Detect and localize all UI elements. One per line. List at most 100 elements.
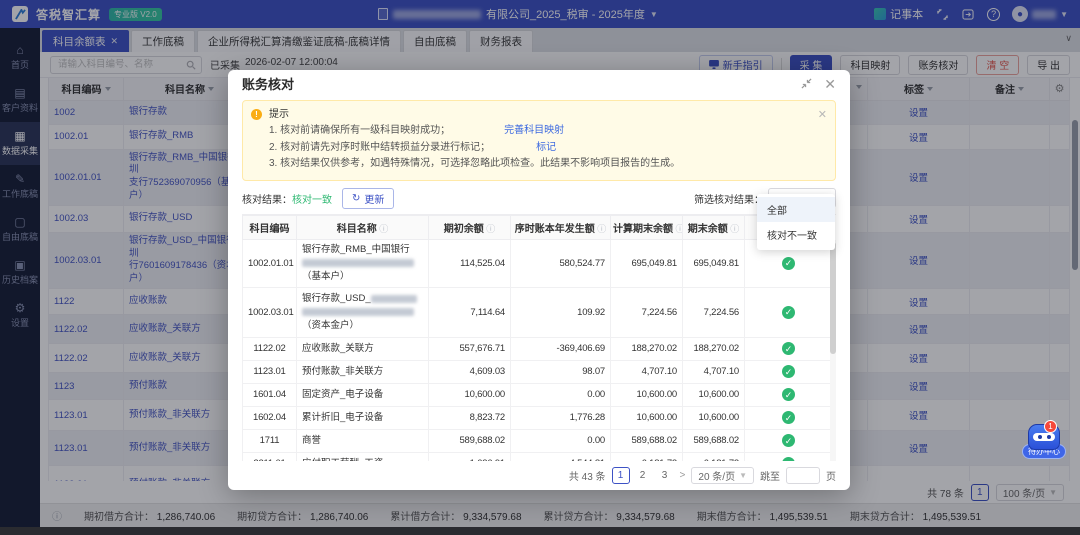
page-2-button[interactable]: 2 — [634, 467, 652, 484]
subject-name-cell: 应付职工薪酬_工资 — [296, 451, 429, 461]
subject-name-cell: 银行存款_RMB_中国银行（基本户） — [296, 238, 429, 288]
reconcile-row: 2211.01应付职工薪酬_工资-1,636.91-4,544.81-6,181… — [242, 451, 833, 461]
opening-balance-cell: 114,525.04 — [428, 238, 511, 288]
page-1-button[interactable]: 1 — [611, 467, 630, 484]
opening-balance-cell: 7,114.64 — [428, 286, 511, 338]
page-3-button[interactable]: 3 — [656, 467, 674, 484]
closing-balance-cell: 188,270.02 — [682, 336, 745, 361]
status-cell: ✓ — [744, 382, 833, 407]
modal-pagination: 共 43 条 123 > 20 条/页 ▼ 跳至 页 — [242, 467, 836, 484]
check-match-icon: ✓ — [782, 411, 795, 425]
modal-col-header[interactable]: 期末余额 ⓘ — [682, 214, 745, 240]
filter-dropdown: 全部 核对不一致 — [757, 194, 835, 250]
modal-col-label: 科目名称 — [336, 223, 377, 235]
opening-balance-cell: 4,609.03 — [428, 359, 511, 384]
reconcile-row: 1601.04 固定资产_电子设备 10,600.00 0.00 10,600.00 10… — [242, 382, 833, 407]
info-icon: ⓘ — [727, 223, 740, 234]
calculated-balance-cell: 695,049.81 — [610, 238, 683, 288]
subject-code-cell: 1601.04 — [242, 382, 297, 407]
modal-col-header[interactable]: 序时账本年发生额 ⓘ — [510, 214, 611, 240]
robot-icon: 1 — [1028, 420, 1060, 450]
info-icon: ⓘ — [483, 223, 496, 234]
total-count: 共 43 条 — [568, 472, 606, 483]
page-unit: 页 — [826, 472, 836, 483]
modal-col-label: 计算期末余额 — [613, 223, 673, 235]
reconcile-row: 1002.01.01 银行存款_RMB_中国银行（基本户） 114,525.04 58… — [242, 238, 833, 288]
modal-col-header[interactable]: 计算期末余额 ⓘ — [610, 214, 683, 240]
closing-balance-cell: 589,688.02 — [682, 428, 745, 453]
redacted-text — [302, 308, 414, 317]
status-cell: ✓ — [744, 428, 833, 453]
calculated-balance-cell: 10,600.00 — [610, 382, 683, 407]
info-icon: ⓘ — [594, 223, 607, 234]
subject-name-cell: 累计折旧_电子设备 — [296, 405, 429, 430]
dropdown-option-核对不一致[interactable]: 核对不一致 — [757, 222, 835, 247]
tip-line-3: 3. 核对结果仅供参考，如遇特殊情况，可选择忽略此项检查。此结果不影响项目报告的… — [269, 158, 681, 170]
opening-balance-cell: 8,823.72 — [428, 405, 511, 430]
calculated-balance-cell: 10,600.00 — [610, 405, 683, 430]
opening-balance-cell: 589,688.02 — [428, 428, 511, 453]
filter-label: 筛选核对结果： — [694, 194, 764, 206]
yearly-amount-cell: 1,776.28 — [510, 405, 611, 430]
mapping-link[interactable]: 完善科目映射 — [504, 125, 564, 136]
closing-balance-cell: 4,707.10 — [682, 359, 745, 384]
reconcile-row: 1122.02 应收账款_关联方 557,676.71 -369,406.69 188,… — [242, 336, 833, 361]
modal-col-label: 序时账本年发生额 — [514, 223, 595, 235]
yearly-amount-cell: 98.07 — [510, 359, 611, 384]
page-size-select[interactable]: 20 条/页 ▼ — [691, 467, 754, 484]
reconcile-row: 1602.04 累计折旧_电子设备 8,823.72 1,776.28 10,600.0… — [242, 405, 833, 430]
info-icon: ⓘ — [673, 224, 682, 234]
modal-col-header[interactable]: 科目编码 — [242, 214, 297, 240]
modal-col-header[interactable]: 期初余额 ⓘ — [428, 214, 511, 240]
warning-icon: ! — [251, 108, 262, 120]
check-match-icon: ✓ — [782, 434, 795, 448]
result-value: 核对一致 — [292, 194, 332, 206]
subject-name-cell: 商誉 — [296, 428, 429, 453]
jump-page-input[interactable] — [786, 467, 820, 484]
refresh-icon: ↻ — [352, 192, 361, 204]
tip-line-1: 1. 核对前请确保所有一级科目映射成功； 完善科目映射 — [269, 125, 565, 137]
subject-code-cell: 1002.01.01 — [242, 238, 297, 288]
result-label: 核对结果： — [242, 194, 292, 206]
todo-center-widget[interactable]: 1 待办中心 — [1020, 420, 1068, 459]
next-page-button[interactable]: > — [680, 470, 686, 481]
info-icon: ⓘ — [376, 223, 389, 234]
closing-balance-cell: 7,224.56 — [682, 286, 745, 338]
yearly-amount-cell: -369,406.69 — [510, 336, 611, 361]
status-cell: ✓ — [744, 286, 833, 338]
modal-col-label: 科目编码 — [249, 223, 290, 235]
check-match-icon: ✓ — [782, 457, 795, 461]
opening-balance-cell: 10,600.00 — [428, 382, 511, 407]
subject-name-cell: 固定资产_电子设备 — [296, 382, 429, 407]
scrollbar-thumb[interactable] — [830, 241, 836, 354]
subject-name-cell: 应收账款_关联方 — [296, 336, 429, 361]
calculated-balance-cell: 188,270.02 — [610, 336, 683, 361]
modal-col-label: 期末余额 — [687, 223, 728, 235]
check-match-icon: ✓ — [782, 365, 795, 379]
status-cell: ✓ — [744, 336, 833, 361]
yearly-amount-cell: 0.00 — [510, 382, 611, 407]
refresh-button[interactable]: ↻ 更新 — [342, 187, 395, 209]
mark-link[interactable]: 标记 — [536, 142, 556, 153]
calculated-balance-cell: 4,707.10 — [610, 359, 683, 384]
redacted-text — [302, 259, 414, 268]
reconcile-row: 1002.03.01 银行存款_USD_（资本金户） 7,114.64 109.92 7… — [242, 286, 833, 338]
opening-balance-cell: -1,636.91 — [428, 451, 511, 461]
modal-scrollbar[interactable] — [830, 239, 836, 461]
yearly-amount-cell: 109.92 — [510, 286, 611, 338]
modal-close-icon[interactable]: ✕ — [824, 77, 836, 91]
tip-line-2: 2. 核对前请先对序时账中结转损益分录进行标记； 标记 — [269, 141, 557, 153]
dropdown-option-全部[interactable]: 全部 — [757, 197, 835, 222]
modal-resize-icon[interactable] — [801, 78, 812, 89]
redacted-text — [370, 294, 417, 303]
tip-close-icon[interactable]: ✕ — [818, 106, 827, 124]
calculated-balance-cell: 7,224.56 — [610, 286, 683, 338]
subject-code-cell: 1602.04 — [242, 405, 297, 430]
calculated-balance-cell: -6,181.72 — [610, 451, 683, 461]
reconcile-row: 1123.01 预付账款_非关联方 4,609.03 98.07 4,707.10 4,7… — [242, 359, 833, 384]
subject-name-cell: 银行存款_USD_（资本金户） — [296, 286, 429, 338]
modal-header: 账务核对 ✕ — [228, 70, 850, 98]
modal-col-header[interactable]: 科目名称 ⓘ — [296, 214, 429, 240]
chevron-down-icon: ▼ — [739, 471, 747, 480]
yearly-amount-cell: 580,524.77 — [510, 238, 611, 288]
